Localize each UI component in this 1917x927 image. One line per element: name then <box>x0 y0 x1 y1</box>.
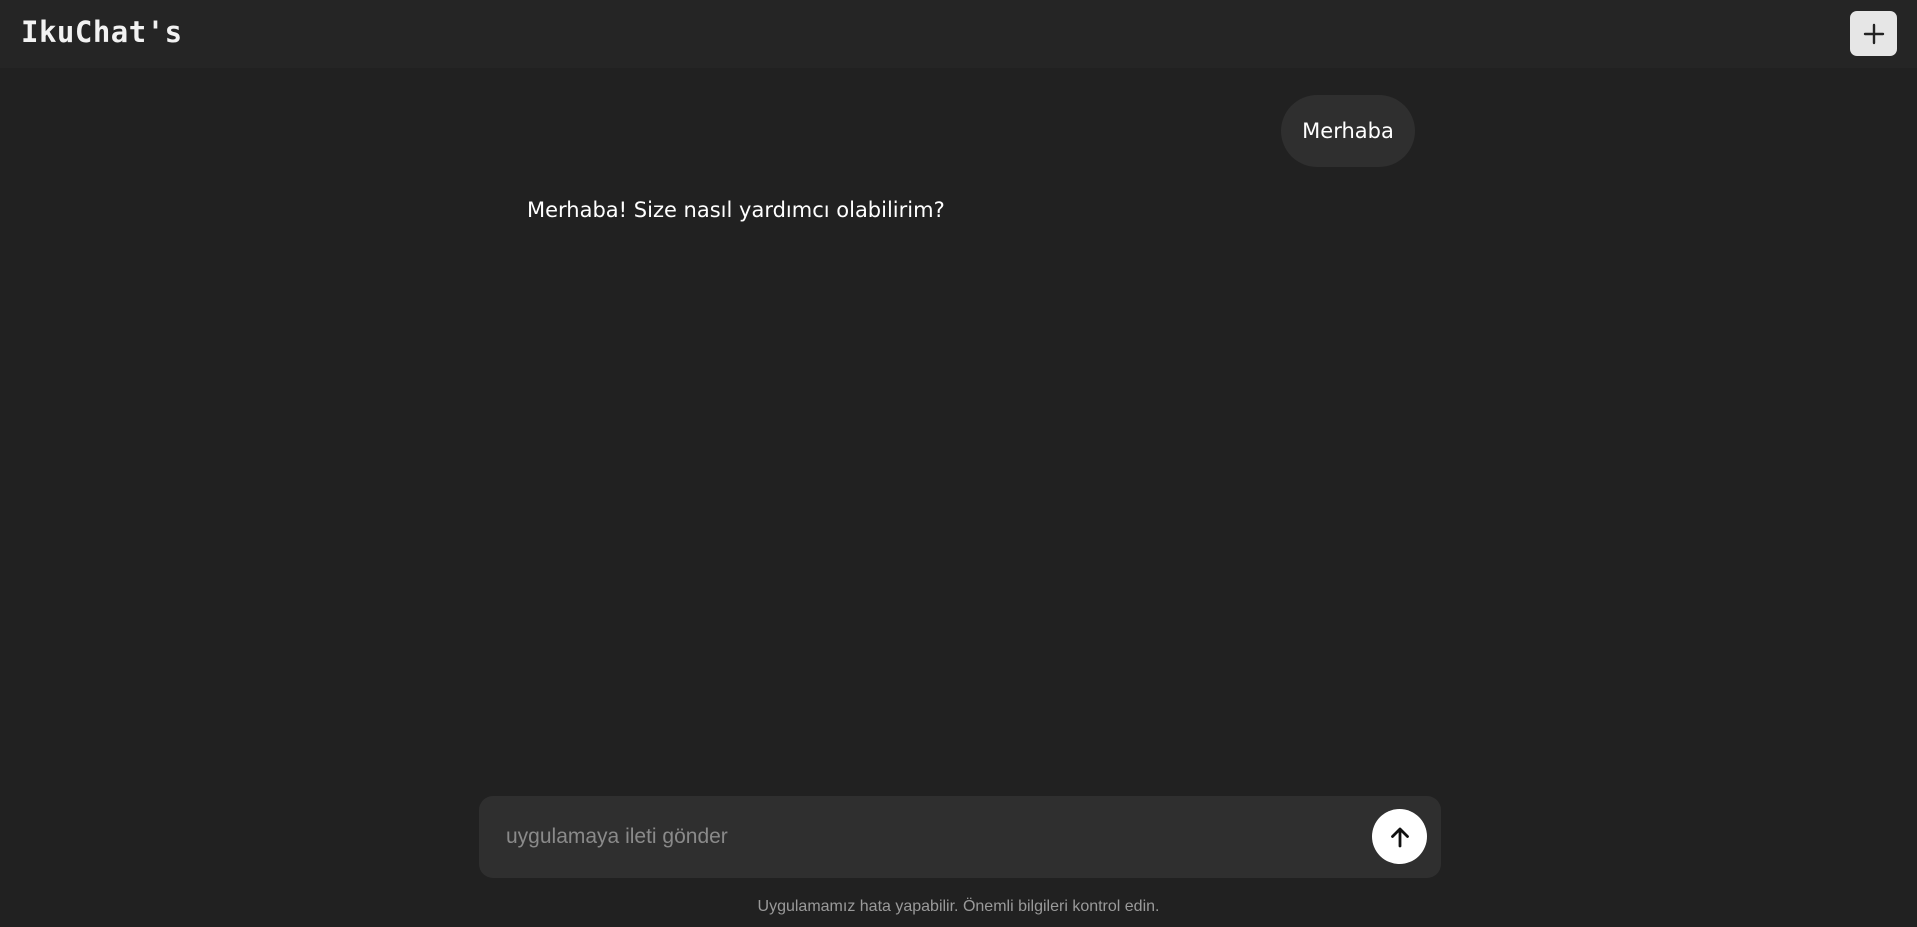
user-message-text: Merhaba <box>1302 119 1394 143</box>
top-bar: IkuChat's <box>0 0 1917 68</box>
assistant-message-text: Merhaba! Size nasıl yardımcı olabilirim? <box>527 198 945 222</box>
message-composer <box>479 796 1441 878</box>
new-chat-button[interactable] <box>1850 11 1897 56</box>
app-logo: IkuChat's <box>21 15 183 49</box>
disclaimer-text: Uygulamamız hata yapabilir. Önemli bilgi… <box>757 898 1160 915</box>
arrow-up-icon <box>1387 824 1413 850</box>
chat-app: IkuChat's Merhaba Merhaba! Size nasıl ya… <box>0 0 1917 927</box>
send-button[interactable] <box>1372 809 1427 864</box>
plus-icon <box>1863 23 1885 45</box>
user-message-bubble: Merhaba <box>1281 95 1415 167</box>
message-input[interactable] <box>506 816 1326 858</box>
